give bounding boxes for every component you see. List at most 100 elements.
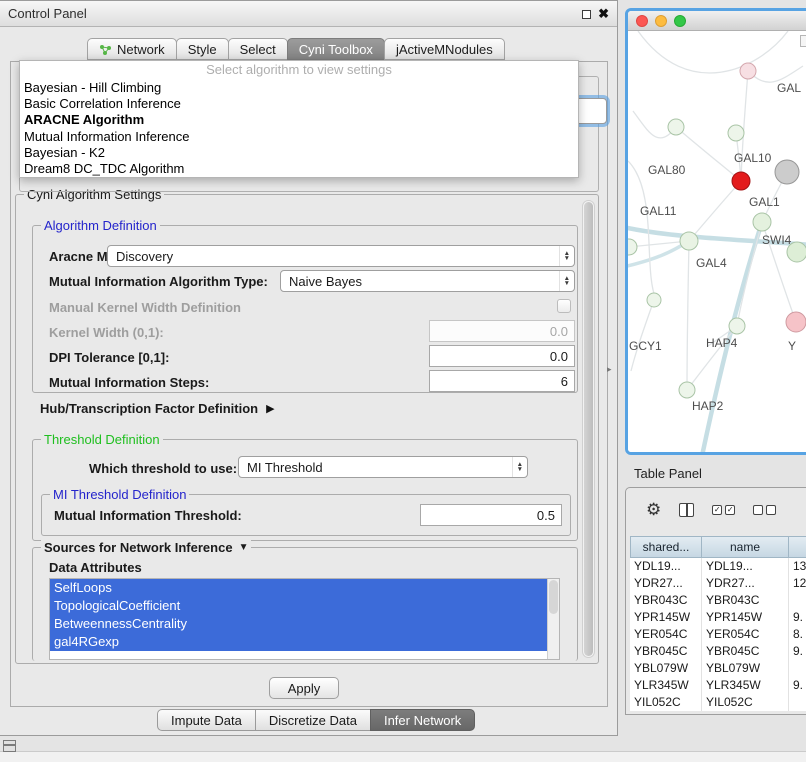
network-node[interactable] <box>728 125 744 141</box>
apply-button[interactable]: Apply <box>269 677 339 699</box>
scrollbar-thumb[interactable] <box>549 580 558 614</box>
zoom-traffic-light-icon[interactable] <box>674 15 686 27</box>
table-row[interactable]: YDR27... YDR27... 12 <box>630 575 806 592</box>
table-cell: 9. <box>789 609 806 626</box>
table-row[interactable]: YBL079W YBL079W <box>630 660 806 677</box>
collapse-right-icon[interactable]: ▶ <box>266 402 274 415</box>
mi-threshold-label: Mutual Information Threshold: <box>54 508 242 523</box>
dropdown-item[interactable]: Basic Correlation Inference <box>20 95 578 111</box>
table-row[interactable]: YBR045C YBR045C 9. <box>630 643 806 660</box>
table-cell: YBR045C <box>702 643 789 660</box>
table-row[interactable]: YDL19... YDL19... 13 <box>630 558 806 575</box>
table-row[interactable]: YIL052C YIL052C <box>630 694 806 711</box>
network-node[interactable] <box>729 318 745 334</box>
control-panel-titlebar[interactable]: Control Panel ✖ <box>0 1 617 27</box>
column-manager-icon[interactable] <box>679 503 694 517</box>
network-node[interactable] <box>753 213 771 231</box>
mi-type-label: Mutual Information Algorithm Type: <box>49 274 268 289</box>
hub-definition-section[interactable]: Hub/Transcription Factor Definition ▶ <box>40 401 275 416</box>
tab-network[interactable]: Network <box>87 38 177 60</box>
table-row[interactable]: YPR145W YPR145W 9. <box>630 609 806 626</box>
table-cell: YDL19... <box>702 558 789 575</box>
network-node-gray[interactable] <box>775 160 799 184</box>
network-node[interactable] <box>668 119 684 135</box>
deselect-all-icon[interactable] <box>753 505 776 515</box>
kernel-width-field[interactable]: 0.0 <box>429 320 575 342</box>
horizontal-scrollbar[interactable] <box>0 751 806 762</box>
network-window-titlebar[interactable] <box>628 11 806 31</box>
table-row[interactable]: YBR043C YBR043C <box>630 592 806 609</box>
dropdown-item[interactable]: Dream8 DC_TDC Algorithm <box>20 161 578 177</box>
tab-impute-data[interactable]: Impute Data <box>157 709 256 731</box>
checked-box-icon: ✓ <box>712 505 722 515</box>
float-window-icon[interactable] <box>582 10 591 19</box>
table-row[interactable]: YER054C YER054C 8. <box>630 626 806 643</box>
column-header[interactable]: name <box>702 536 789 558</box>
network-node[interactable] <box>680 232 698 250</box>
mi-threshold-field[interactable]: 0.5 <box>420 504 562 526</box>
checked-box-icon: ✓ <box>725 505 735 515</box>
close-icon[interactable]: ✖ <box>598 6 609 22</box>
tab-label: Discretize Data <box>269 713 357 728</box>
network-icon <box>99 44 112 55</box>
tab-label: Style <box>188 42 217 57</box>
table-cell <box>789 592 806 609</box>
node-label: GCY1 <box>629 339 662 353</box>
tab-label: Infer Network <box>384 713 461 728</box>
combo-value: Discovery <box>116 249 173 264</box>
scrollbar-thumb[interactable] <box>584 202 593 656</box>
tab-style[interactable]: Style <box>176 38 229 60</box>
minimize-traffic-light-icon[interactable] <box>655 15 667 27</box>
network-node-pink[interactable] <box>786 312 806 332</box>
tab-jactivemnodules[interactable]: jActiveMNodules <box>384 38 505 60</box>
list-item[interactable]: gal4RGexp <box>50 633 559 651</box>
mi-type-combobox[interactable]: Naive Bayes ▲ ▼ <box>280 270 575 292</box>
dropdown-item-selected[interactable]: ARACNE Algorithm <box>20 112 578 128</box>
network-node[interactable] <box>740 63 756 79</box>
select-all-icon[interactable]: ✓ ✓ <box>712 505 735 515</box>
dropdown-item[interactable]: Bayesian - Hill Climbing <box>20 79 578 95</box>
unchecked-box-icon <box>766 505 776 515</box>
table-cell: YIL052C <box>702 694 789 711</box>
network-node[interactable] <box>647 293 661 307</box>
mi-steps-field[interactable]: 6 <box>429 370 575 392</box>
split-pane-arrow-icon[interactable]: ▸ <box>607 364 612 375</box>
column-header[interactable]: shared... <box>630 536 702 558</box>
window-corner-icon[interactable] <box>3 740 16 752</box>
scrollbar-button[interactable] <box>800 35 806 47</box>
network-canvas[interactable]: GAL GAL80 GAL10 GAL11 GAL1 SWI4 GAL4 GCY… <box>628 31 806 452</box>
list-item[interactable]: SelfLoops <box>50 579 559 597</box>
tab-discretize-data[interactable]: Discretize Data <box>255 709 371 731</box>
list-scrollbar[interactable] <box>547 579 559 659</box>
table-panel-title: Table Panel <box>634 466 702 481</box>
table-cell: 9. <box>789 643 806 660</box>
collapse-down-icon[interactable]: ▼ <box>239 542 249 553</box>
threshold-definition-group: Threshold Definition Which threshold to … <box>32 439 578 541</box>
tab-label: Select <box>240 42 276 57</box>
tab-select[interactable]: Select <box>228 38 288 60</box>
list-item[interactable]: BetweennessCentrality <box>50 615 559 633</box>
network-node[interactable] <box>679 382 695 398</box>
node-label: GAL10 <box>734 151 771 165</box>
network-node[interactable] <box>628 239 637 255</box>
table-row[interactable]: YLR345W YLR345W 9. <box>630 677 806 694</box>
aracne-mode-combobox[interactable]: Discovery ▲ ▼ <box>107 245 575 267</box>
attributes-list[interactable]: SelfLoops TopologicalCoefficient Between… <box>49 578 560 660</box>
settings-scrollbar[interactable] <box>582 200 595 658</box>
dropdown-item[interactable]: Mutual Information Inference <box>20 128 578 144</box>
which-threshold-combobox[interactable]: MI Threshold ▲ ▼ <box>238 456 528 478</box>
column-header[interactable] <box>789 536 806 558</box>
manual-kernel-checkbox[interactable] <box>557 299 571 313</box>
close-traffic-light-icon[interactable] <box>636 15 648 27</box>
dropdown-item[interactable]: Bayesian - K2 <box>20 144 578 160</box>
node-label: GAL4 <box>696 256 727 270</box>
node-label: HAP4 <box>706 336 737 350</box>
gear-icon[interactable]: ⚙ <box>646 500 661 520</box>
list-item[interactable]: TopologicalCoefficient <box>50 597 559 615</box>
sources-header[interactable]: Sources for Network Inference ▼ <box>41 540 251 555</box>
table-cell: YBR043C <box>702 592 789 609</box>
dpi-tolerance-field[interactable]: 0.0 <box>429 345 575 367</box>
tab-infer-network[interactable]: Infer Network <box>370 709 475 731</box>
tab-cyni-toolbox[interactable]: Cyni Toolbox <box>287 38 385 60</box>
network-node-red[interactable] <box>732 172 750 190</box>
